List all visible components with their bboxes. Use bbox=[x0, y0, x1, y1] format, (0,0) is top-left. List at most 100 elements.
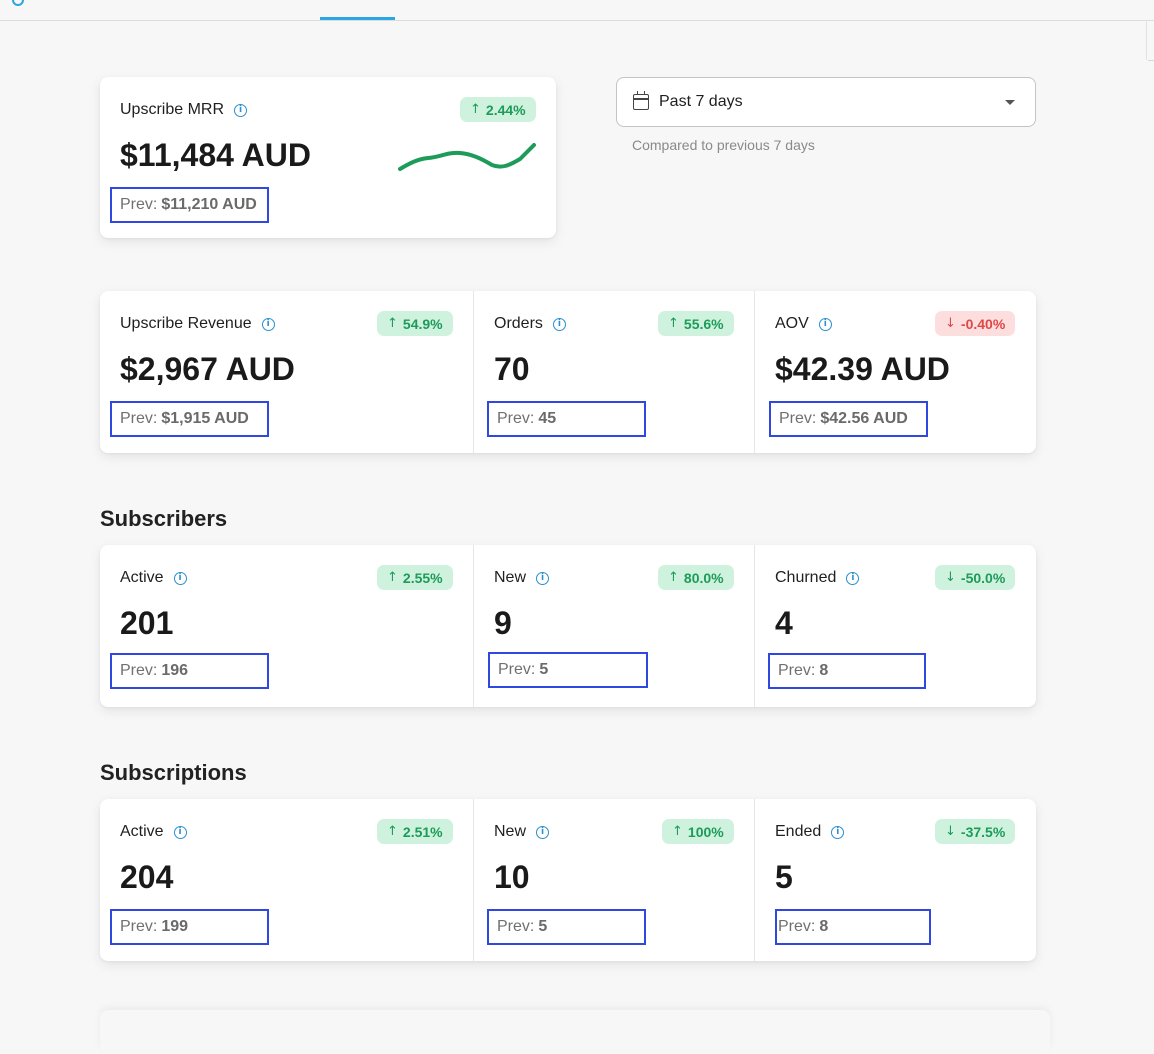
metric-label: Upscribe Revenue bbox=[120, 315, 252, 332]
prev-label: Prev: bbox=[497, 918, 535, 935]
top-tab-bar bbox=[0, 0, 1154, 21]
mrr-sparkline bbox=[398, 143, 536, 171]
metric-cell-active-subscribers: Active i ↑ 2.55% 201 Prev: 196 bbox=[100, 545, 473, 707]
change-badge: ↑ 55.6% bbox=[658, 311, 734, 336]
prev-value: 45 bbox=[538, 410, 557, 427]
comparison-note: Compared to previous 7 days bbox=[632, 137, 815, 153]
metric-value: 10 bbox=[494, 859, 530, 895]
prev-box: Prev: $1,915 AUD bbox=[110, 401, 269, 437]
metric-value: 201 bbox=[120, 605, 174, 641]
metric-cell-ended-subscriptions: Ended i ↓ -37.5% 5 Prev: 8 bbox=[754, 799, 1037, 961]
prev-value: 199 bbox=[161, 918, 189, 935]
calendar-icon bbox=[633, 91, 649, 110]
subscriptions-card: Active i ↑ 2.51% 204 Prev: 199 New i ↑ 1… bbox=[100, 799, 1036, 961]
mrr-card: Upscribe MRR i ↑ 2.44% $11,484 AUD Prev:… bbox=[100, 77, 556, 238]
info-icon[interactable]: i bbox=[818, 317, 832, 331]
date-range-select[interactable]: Past 7 days bbox=[616, 77, 1036, 127]
next-section-card bbox=[100, 1010, 1050, 1054]
metric-label-row: Churned i bbox=[775, 569, 860, 587]
change-value: 55.6% bbox=[683, 315, 724, 332]
prev-value: $1,915 AUD bbox=[161, 410, 249, 427]
arrow-down-icon: ↓ bbox=[945, 570, 956, 585]
prev-value: $11,210 AUD bbox=[161, 196, 257, 213]
metric-cell-active-subscriptions: Active i ↑ 2.51% 204 Prev: 199 bbox=[100, 799, 473, 961]
metric-label-row: AOV i bbox=[775, 315, 832, 333]
info-icon[interactable]: i bbox=[536, 825, 550, 839]
prev-box: Prev: 199 bbox=[110, 909, 269, 945]
mrr-label: Upscribe MRR bbox=[120, 101, 225, 118]
change-badge: ↑ 100% bbox=[662, 819, 734, 844]
scroll-edge-mark bbox=[1148, 60, 1154, 61]
info-icon[interactable]: i bbox=[234, 103, 248, 117]
metric-value: 204 bbox=[120, 859, 174, 895]
metric-value: 4 bbox=[775, 605, 793, 641]
arrow-up-icon: ↑ bbox=[668, 570, 679, 585]
metric-label-row: Active i bbox=[120, 823, 187, 841]
metric-label: Active bbox=[120, 823, 164, 840]
arrow-up-icon: ↑ bbox=[470, 102, 481, 117]
change-value: 2.55% bbox=[402, 569, 443, 586]
prev-label: Prev: bbox=[778, 662, 816, 679]
mrr-change-value: 2.44% bbox=[485, 101, 526, 118]
prev-label: Prev: bbox=[120, 918, 158, 935]
info-icon[interactable]: i bbox=[552, 317, 566, 331]
info-icon[interactable]: i bbox=[831, 825, 845, 839]
metric-label-row: Active i bbox=[120, 569, 187, 587]
metric-label: Ended bbox=[775, 823, 822, 840]
app-logo-icon bbox=[12, 0, 24, 6]
mrr-value: $11,484 AUD bbox=[120, 137, 311, 173]
metric-cell-new-subscriptions: New i ↑ 100% 10 Prev: 5 bbox=[473, 799, 755, 961]
prev-box: Prev: 5 bbox=[487, 909, 646, 945]
info-icon[interactable]: i bbox=[536, 571, 550, 585]
change-badge: ↑ 2.51% bbox=[377, 819, 453, 844]
metric-label-row: Ended i bbox=[775, 823, 845, 841]
arrow-up-icon: ↑ bbox=[387, 316, 398, 331]
arrow-up-icon: ↑ bbox=[387, 570, 398, 585]
metric-label-row: New i bbox=[494, 823, 550, 841]
metric-label: Active bbox=[120, 569, 164, 586]
metric-label: New bbox=[494, 569, 527, 586]
arrow-up-icon: ↑ bbox=[668, 316, 679, 331]
change-badge: ↓ -37.5% bbox=[935, 819, 1016, 844]
info-icon[interactable]: i bbox=[173, 825, 187, 839]
prev-label: Prev: bbox=[120, 662, 158, 679]
prev-label: Prev: bbox=[120, 410, 158, 427]
metric-cell-revenue: Upscribe Revenue i ↑ 54.9% $2,967 AUD Pr… bbox=[100, 291, 473, 453]
date-range-value: Past 7 days bbox=[659, 93, 743, 110]
info-icon[interactable]: i bbox=[846, 571, 860, 585]
prev-label: Prev: bbox=[778, 918, 816, 935]
metric-value: $42.39 AUD bbox=[775, 351, 950, 387]
section-title-subscribers: Subscribers bbox=[100, 506, 228, 531]
metric-label: Churned bbox=[775, 569, 837, 586]
mrr-change-badge: ↑ 2.44% bbox=[460, 97, 536, 122]
change-value: 80.0% bbox=[683, 569, 724, 586]
prev-value: $42.56 AUD bbox=[820, 410, 908, 427]
metric-label: New bbox=[494, 823, 527, 840]
prev-value: 8 bbox=[819, 918, 829, 935]
prev-value: 8 bbox=[819, 662, 829, 679]
metric-label: Orders bbox=[494, 315, 543, 332]
arrow-up-icon: ↑ bbox=[387, 824, 398, 839]
metric-value: $2,967 AUD bbox=[120, 351, 295, 387]
change-value: 2.51% bbox=[402, 823, 443, 840]
metric-label-row: Upscribe Revenue i bbox=[120, 315, 275, 333]
prev-box: Prev: 8 bbox=[775, 909, 931, 945]
arrow-down-icon: ↓ bbox=[945, 824, 956, 839]
metric-label-row: Orders i bbox=[494, 315, 566, 333]
subscribers-card: Active i ↑ 2.55% 201 Prev: 196 New i ↑ 8… bbox=[100, 545, 1036, 707]
metric-label-row: New i bbox=[494, 569, 550, 587]
mrr-prev-box: Prev: $11,210 AUD bbox=[110, 187, 269, 223]
metric-cell-aov: AOV i ↓ -0.40% $42.39 AUD Prev: $42.56 A… bbox=[754, 291, 1037, 453]
change-badge: ↑ 2.55% bbox=[377, 565, 453, 590]
prev-label: Prev: bbox=[120, 196, 158, 213]
prev-box: Prev: 45 bbox=[487, 401, 646, 437]
metric-value: 5 bbox=[775, 859, 793, 895]
info-icon[interactable]: i bbox=[173, 571, 187, 585]
change-value: 100% bbox=[687, 823, 724, 840]
metric-cell-churned-subscribers: Churned i ↓ -50.0% 4 Prev: 8 bbox=[754, 545, 1037, 707]
section-title-subscriptions: Subscriptions bbox=[100, 760, 247, 785]
change-value: 54.9% bbox=[402, 315, 443, 332]
info-icon[interactable]: i bbox=[261, 317, 275, 331]
prev-value: 5 bbox=[539, 661, 549, 678]
prev-value: 5 bbox=[538, 918, 548, 935]
